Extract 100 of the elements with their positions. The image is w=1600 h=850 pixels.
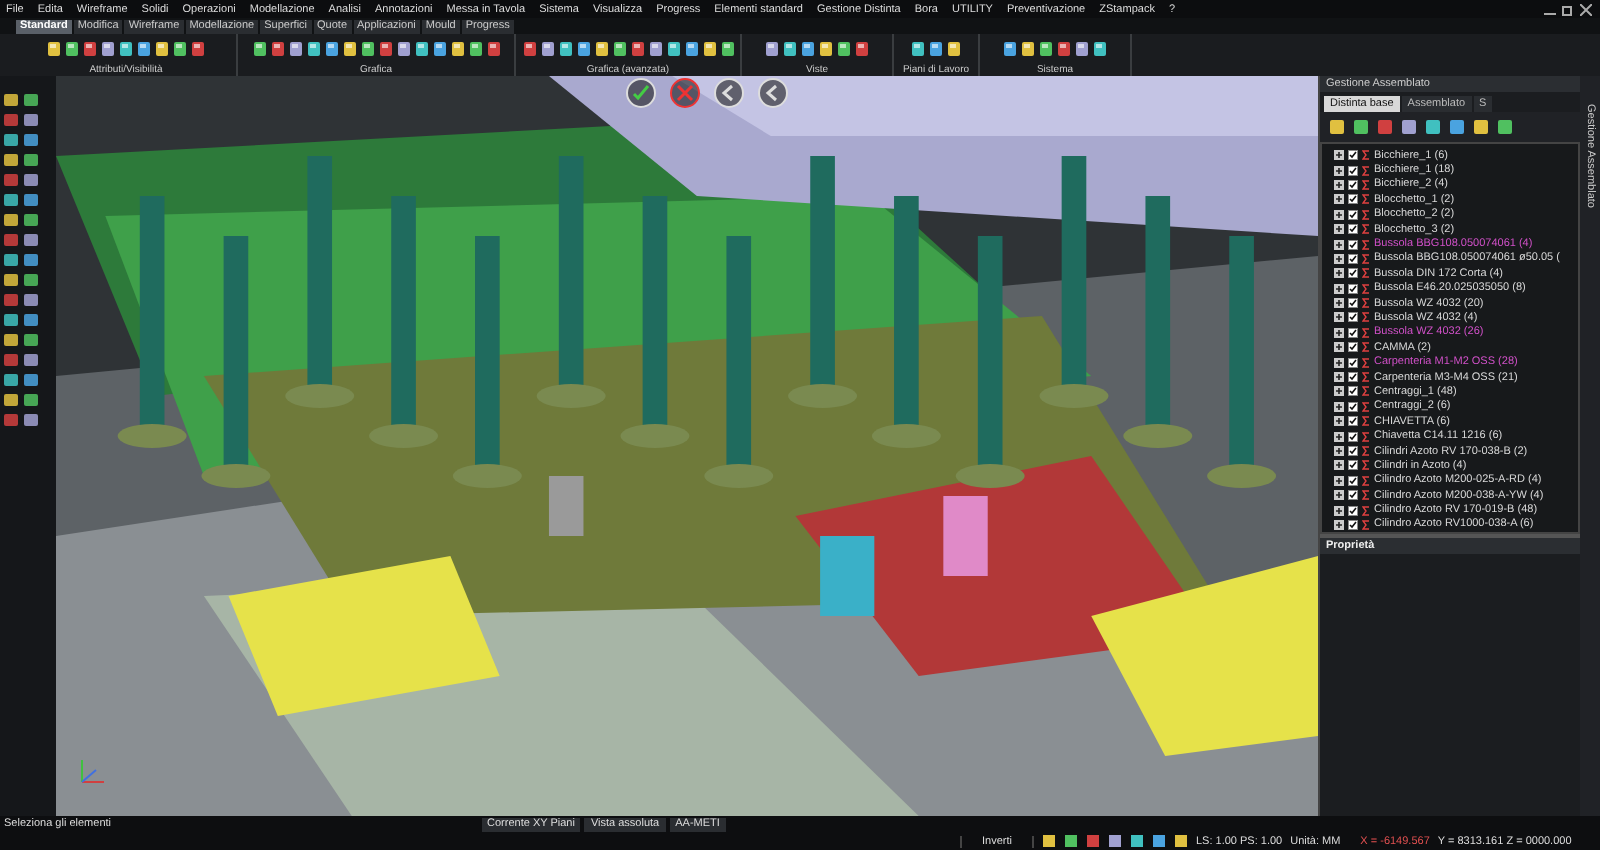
toolbar-icon[interactable] — [521, 40, 537, 58]
toolbar-icon[interactable] — [341, 40, 357, 58]
expand-icon[interactable] — [1334, 490, 1344, 501]
toolbar-icon[interactable] — [305, 40, 321, 58]
checkbox[interactable] — [1348, 357, 1358, 368]
expand-icon[interactable] — [1334, 431, 1344, 442]
toolbar-icon[interactable] — [575, 40, 591, 58]
toolbar-icon[interactable] — [593, 40, 609, 58]
toolbar-icon[interactable] — [46, 40, 62, 58]
toolbar-icon[interactable] — [1056, 40, 1072, 58]
toolbar-icon[interactable] — [946, 40, 962, 58]
toolbar-icon[interactable] — [64, 40, 80, 58]
back-button[interactable] — [714, 78, 744, 108]
toolbar-icon[interactable] — [719, 40, 735, 58]
toolbar-icon[interactable] — [269, 40, 285, 58]
expand-icon[interactable] — [1334, 327, 1344, 338]
expand-icon[interactable] — [1334, 239, 1344, 250]
expand-icon[interactable] — [1334, 253, 1344, 264]
checkbox[interactable] — [1348, 224, 1358, 235]
checkbox[interactable] — [1348, 165, 1358, 176]
expand-icon[interactable] — [1334, 298, 1344, 309]
toolbar-icon[interactable] — [485, 40, 501, 58]
expand-icon[interactable] — [1334, 416, 1344, 427]
checkbox[interactable] — [1348, 268, 1358, 279]
expand-icon[interactable] — [1334, 224, 1344, 235]
toolbar-icon[interactable] — [449, 40, 465, 58]
toolbar-icon[interactable] — [782, 40, 798, 58]
toolbar-icon[interactable] — [611, 40, 627, 58]
checkbox[interactable] — [1348, 431, 1358, 442]
checkbox[interactable] — [1348, 401, 1358, 412]
toolbar-icon[interactable] — [701, 40, 717, 58]
checkbox[interactable] — [1348, 386, 1358, 397]
checkbox[interactable] — [1348, 298, 1358, 309]
checkbox[interactable] — [1348, 342, 1358, 353]
checkbox[interactable] — [1348, 194, 1358, 205]
checkbox[interactable] — [1348, 150, 1358, 161]
confirm-button[interactable] — [626, 78, 656, 108]
checkbox[interactable] — [1348, 239, 1358, 250]
toolbar-icon[interactable] — [818, 40, 834, 58]
checkbox[interactable] — [1348, 327, 1358, 338]
toolbar-icon[interactable] — [136, 40, 152, 58]
checkbox[interactable] — [1348, 475, 1358, 486]
cancel-button[interactable] — [670, 78, 700, 108]
toolbar-icon[interactable] — [190, 40, 206, 58]
toolbar-icon[interactable] — [629, 40, 645, 58]
close-icon[interactable] — [1580, 3, 1592, 15]
toolbar-icon[interactable] — [683, 40, 699, 58]
checkbox[interactable] — [1348, 505, 1358, 516]
toolbar-icon[interactable] — [287, 40, 303, 58]
toolbar-icon[interactable] — [467, 40, 483, 58]
expand-icon[interactable] — [1334, 194, 1344, 205]
checkbox[interactable] — [1348, 446, 1358, 456]
back-button[interactable] — [758, 78, 788, 108]
expand-icon[interactable] — [1334, 165, 1344, 176]
toolbar-icon[interactable] — [557, 40, 573, 58]
toolbar-icon[interactable] — [154, 40, 170, 58]
toolbar-icon[interactable] — [1020, 40, 1036, 58]
toolbar-icon[interactable] — [251, 40, 267, 58]
expand-icon[interactable] — [1334, 312, 1344, 323]
expand-icon[interactable] — [1334, 519, 1344, 530]
toolbar-icon[interactable] — [1074, 40, 1090, 58]
expand-icon[interactable] — [1334, 342, 1344, 353]
toolbar-icon[interactable] — [395, 40, 411, 58]
expand-icon[interactable] — [1334, 372, 1344, 383]
expand-icon[interactable] — [1334, 179, 1344, 190]
checkbox[interactable] — [1348, 312, 1358, 323]
toolbar-icon[interactable] — [172, 40, 188, 58]
toolbar-icon[interactable] — [928, 40, 944, 58]
toolbar-icon[interactable] — [854, 40, 870, 58]
toolbar-icon[interactable] — [1092, 40, 1108, 58]
toolbar-icon[interactable] — [764, 40, 780, 58]
expand-icon[interactable] — [1334, 401, 1344, 412]
toolbar-icon[interactable] — [800, 40, 816, 58]
toolbar-icon[interactable] — [1038, 40, 1054, 58]
toolbar-icon[interactable] — [910, 40, 926, 58]
toolbar-icon[interactable] — [539, 40, 555, 58]
expand-icon[interactable] — [1334, 475, 1344, 486]
toolbar-icon[interactable] — [323, 40, 339, 58]
expand-icon[interactable] — [1334, 209, 1344, 220]
toolbar-icon[interactable] — [118, 40, 134, 58]
restore-icon[interactable] — [1562, 3, 1574, 15]
toolbar-icon[interactable] — [100, 40, 116, 58]
toolbar-icon[interactable] — [836, 40, 852, 58]
toolbar-icon[interactable] — [647, 40, 663, 58]
toolbar-icon[interactable] — [1002, 40, 1018, 58]
expand-icon[interactable] — [1334, 268, 1344, 279]
checkbox[interactable] — [1348, 209, 1358, 220]
toolbar-icon[interactable] — [413, 40, 429, 58]
checkbox[interactable] — [1348, 460, 1358, 471]
toolbar-icon[interactable] — [359, 40, 375, 58]
checkbox[interactable] — [1348, 179, 1358, 190]
checkbox[interactable] — [1348, 416, 1358, 427]
expand-icon[interactable] — [1334, 150, 1344, 161]
checkbox[interactable] — [1348, 372, 1358, 383]
expand-icon[interactable] — [1334, 357, 1344, 368]
toolbar-icon[interactable] — [665, 40, 681, 58]
checkbox[interactable] — [1348, 519, 1358, 530]
toolbar-icon[interactable] — [82, 40, 98, 58]
expand-icon[interactable] — [1334, 283, 1344, 294]
expand-icon[interactable] — [1334, 505, 1344, 516]
